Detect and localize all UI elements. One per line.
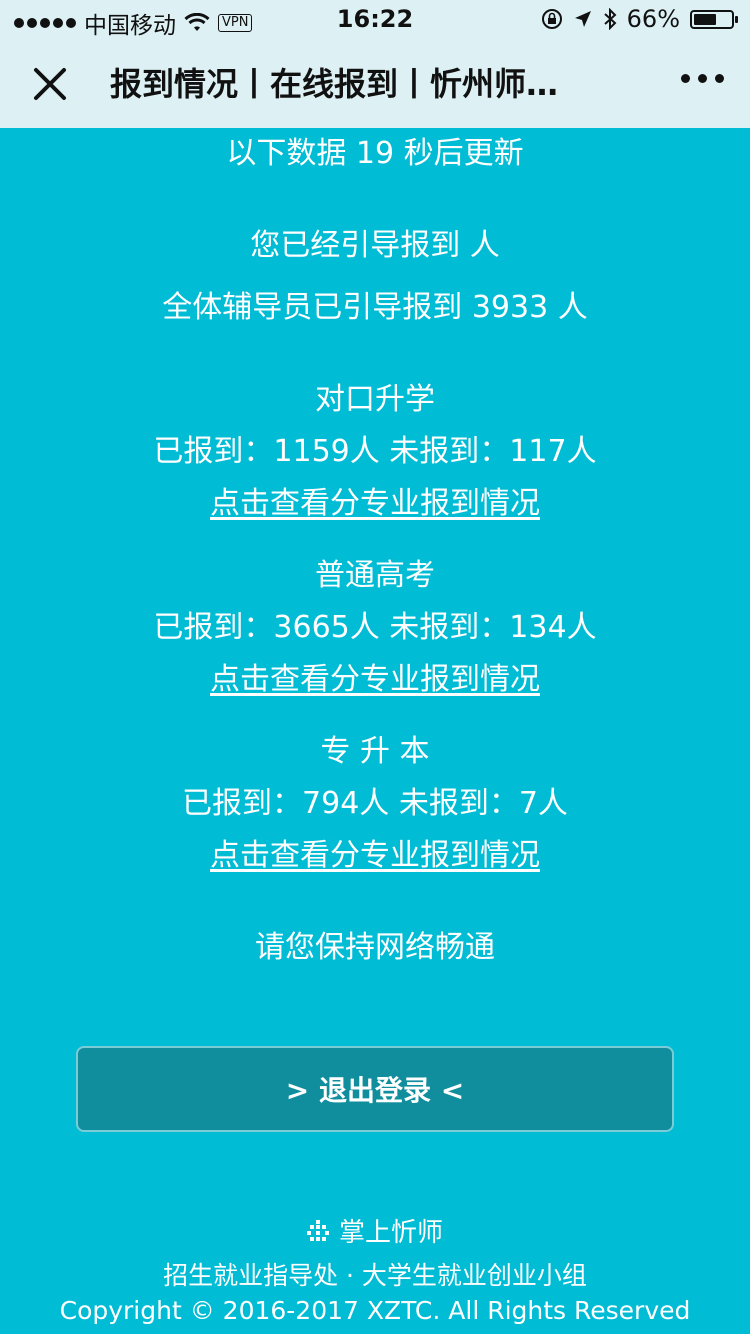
bluetooth-icon [603,8,617,30]
footer-org: 招生就业指导处 · 大学生就业创业小组 [163,1261,587,1290]
all-guided-text: 全体辅导员已引导报到 3933 人 [162,290,588,325]
network-tip: 请您保持网络畅通 [255,930,495,965]
you-guided-text: 您已经引导报到 人 [250,228,500,263]
logout-button[interactable]: > 退出登录 < [76,1046,674,1132]
status-right: 66% [541,5,738,33]
section-title: 普通高考 [315,558,435,593]
status-bar: 中国移动 VPN 16:22 66% [0,0,750,40]
footer-copyright: Copyright © 2016-2017 XZTC. All Rights R… [59,1296,691,1325]
rotation-lock-icon [541,9,562,29]
countdown-text: 以下数据 19 秒后更新 [226,136,524,171]
nav-bar: 报到情况丨在线报到丨忻州师… [0,40,750,128]
page-title: 报到情况丨在线报到丨忻州师… [110,65,559,103]
major-detail-link[interactable]: 点击查看分专业报到情况 [210,486,540,521]
location-icon [574,11,591,27]
section-stats: 已报到：1159人 未报到：117人 [153,434,597,469]
section-title: 专 升 本 [320,734,430,769]
battery-icon [690,9,738,29]
battery-level [694,13,717,25]
major-detail-link[interactable]: 点击查看分专业报到情况 [210,662,540,697]
footer-brand-name: 掌上忻师 [338,1218,443,1248]
section-title: 对口升学 [315,382,435,417]
footer-brand: 掌上忻师 [0,1212,750,1249]
battery-percent: 66% [626,5,680,33]
major-detail-link[interactable]: 点击查看分专业报到情况 [210,838,540,873]
more-icon[interactable] [681,74,724,83]
section-stats: 已报到：794人 未报到：7人 [182,786,568,821]
close-icon[interactable] [28,62,72,106]
section-stats: 已报到：3665人 未报到：134人 [153,610,597,645]
grid-logo-icon [306,1219,329,1241]
